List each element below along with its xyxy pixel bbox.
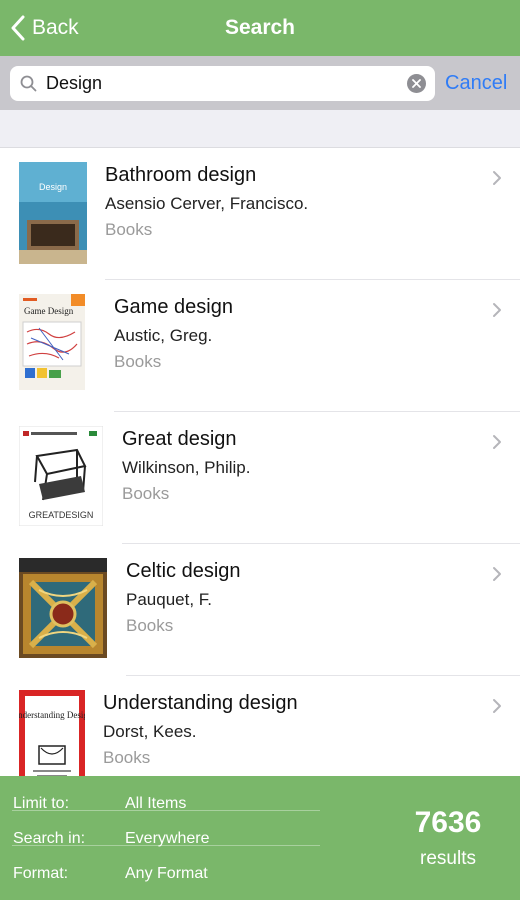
chevron-right-icon [493, 171, 501, 185]
result-row[interactable]: Celtic design Pauquet, F. Books [0, 544, 520, 676]
book-cover-image: Understanding Design [19, 690, 85, 776]
search-input[interactable] [46, 66, 406, 101]
chevron-right-icon [493, 303, 501, 317]
result-row[interactable]: Design Bathroom design Asensio Cerver, F… [0, 148, 520, 280]
chevron-right-icon [493, 567, 501, 581]
result-format: Books [105, 220, 153, 239]
cover-title-text: Game Design [24, 306, 74, 316]
result-format: Books [103, 748, 151, 767]
search-field[interactable] [10, 66, 435, 101]
filter-format-row[interactable]: Format: Any Format [0, 846, 320, 883]
filter-label: Format: [13, 865, 69, 882]
filter-limit-row[interactable]: Limit to: All Items [0, 776, 320, 812]
result-row[interactable]: Understanding Design Understanding desig… [0, 676, 520, 776]
chevron-right-icon [493, 699, 501, 713]
chevron-right-icon [493, 435, 501, 449]
cover-title-text: Design [39, 182, 67, 192]
search-icon [20, 75, 37, 92]
result-format: Books [126, 616, 174, 635]
result-title: Bathroom design [105, 164, 257, 186]
result-format: Books [114, 352, 162, 371]
book-cover-image: GREATDESIGN [19, 426, 103, 526]
result-author: Austic, Greg. [114, 326, 213, 345]
result-count: 7636 [414, 806, 482, 839]
result-title: Game design [114, 296, 233, 318]
section-spacer [0, 110, 520, 148]
result-author: Dorst, Kees. [103, 722, 197, 741]
result-author: Wilkinson, Philip. [122, 458, 251, 477]
result-count-label: results [420, 848, 476, 869]
result-row[interactable]: GREATDESIGN Great design Wilkinson, Phil… [0, 412, 520, 544]
result-row[interactable]: Game Design Game design Austic, Greg. Bo… [0, 280, 520, 412]
page-title: Search [224, 16, 296, 39]
cancel-button[interactable]: Cancel [445, 72, 507, 95]
filter-value[interactable]: Any Format [125, 865, 208, 883]
results-list[interactable]: Design Bathroom design Asensio Cerver, F… [0, 148, 520, 776]
book-cover-image: Game Design [19, 294, 85, 390]
search-bar: Cancel [0, 56, 520, 110]
book-cover-image: Design [19, 162, 87, 264]
result-title: Understanding design [103, 692, 298, 714]
book-cover-image [19, 558, 107, 658]
result-title: Great design [122, 428, 237, 450]
result-format: Books [122, 484, 170, 503]
result-author: Pauquet, F. [126, 590, 213, 609]
result-author: Asensio Cerver, Francisco. [105, 194, 309, 213]
search-filter-panel: Limit to: All Items Search in: Everywher… [0, 776, 520, 900]
result-title: Celtic design [126, 560, 241, 582]
clear-icon [412, 79, 421, 88]
clear-search-button[interactable] [407, 74, 426, 93]
cover-title-text: Understanding Design [19, 710, 85, 720]
filter-search-in-row[interactable]: Search in: Everywhere [0, 811, 320, 847]
navigation-bar: Back Search [0, 0, 520, 56]
cover-title-text: GREATDESIGN [29, 510, 94, 520]
